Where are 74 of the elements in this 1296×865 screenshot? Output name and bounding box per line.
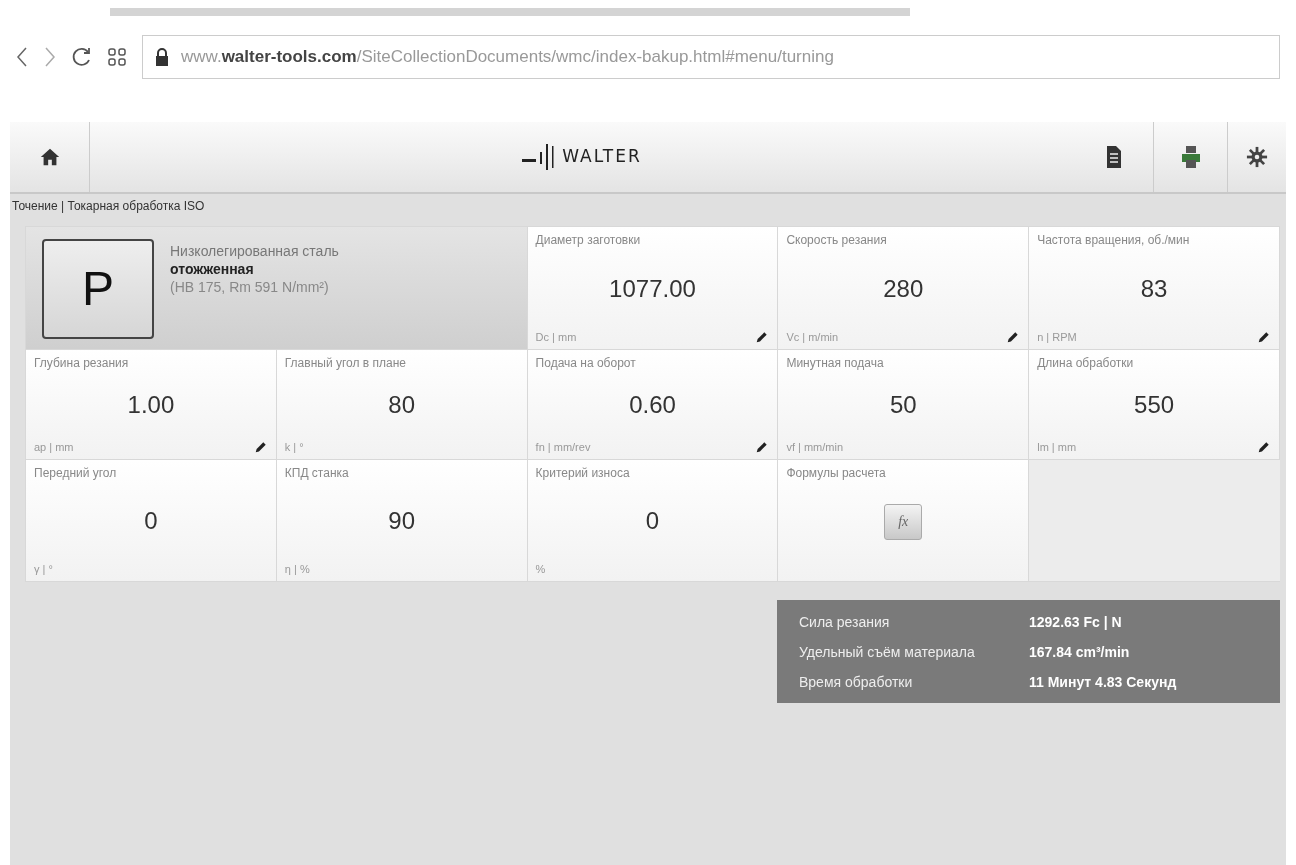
parameter-tile[interactable]: Минутная подача 50 vf | mm/min bbox=[778, 350, 1030, 460]
material-condition: отожженная bbox=[170, 260, 255, 278]
material-card[interactable]: P Низколегированная сталь отожженная (HB 175, Rm 591 N/mm²) bbox=[26, 227, 528, 350]
result-label: Время обработки bbox=[799, 673, 914, 692]
parameter-tile[interactable]: Скорость резания 280 Vc | m/min bbox=[778, 227, 1030, 350]
result-value: 167.84 cm³/min bbox=[1029, 643, 1130, 662]
pencil-icon[interactable] bbox=[1006, 329, 1021, 344]
url-text: www.walter-tools.com/SiteCollectionDocuments/wmc/index-bakup.html#menu/turning bbox=[181, 46, 834, 69]
parameter-label: Диаметр заготовки bbox=[535, 232, 642, 249]
parameter-value: 1.00 bbox=[126, 390, 176, 421]
parameter-value: 0 bbox=[143, 506, 159, 537]
logo-text: WALTER bbox=[562, 145, 642, 169]
parameter-value: 50 bbox=[888, 390, 918, 421]
parameter-label: Главный угол в плане bbox=[284, 355, 407, 372]
parameter-tile[interactable]: Критерий износа 0 % bbox=[527, 460, 779, 582]
parameter-unit: Vc | m/min bbox=[786, 329, 839, 345]
result-label: Сила резания bbox=[799, 613, 891, 632]
parameter-unit: % bbox=[535, 561, 546, 577]
parameter-tile[interactable]: Глубина резания 1.00 ap | mm bbox=[26, 350, 277, 460]
parameter-value: 90 bbox=[387, 506, 417, 537]
pencil-icon[interactable] bbox=[755, 439, 770, 454]
document-icon[interactable] bbox=[1104, 145, 1123, 169]
parameter-unit: n | RPM bbox=[1037, 329, 1077, 345]
parameter-value: 280 bbox=[882, 273, 925, 304]
lock-icon bbox=[155, 47, 169, 67]
result-value: 1292.63 Fc | N bbox=[1029, 613, 1122, 632]
breadcrumb: Точение | Токарная обработка ISO bbox=[12, 198, 205, 215]
printer-icon[interactable] bbox=[1180, 145, 1201, 169]
material-properties: (HB 175, Rm 591 N/mm²) bbox=[170, 278, 330, 296]
result-value: 11 Минут 4.83 Секунд bbox=[1029, 673, 1177, 692]
parameter-value: 550 bbox=[1133, 390, 1176, 421]
parameter-label: Скорость резания bbox=[786, 232, 888, 249]
parameter-label: Подача на оборот bbox=[535, 355, 637, 372]
pencil-icon[interactable] bbox=[1257, 329, 1271, 344]
parameter-tile[interactable]: КПД станка 90 η | % bbox=[276, 460, 528, 582]
parameter-label: Критерий износа bbox=[535, 465, 631, 482]
pencil-icon[interactable] bbox=[755, 329, 770, 344]
parameter-unit: Dc | mm bbox=[535, 329, 577, 345]
parameter-unit: η | % bbox=[284, 561, 310, 577]
parameter-label: Передний угол bbox=[34, 465, 118, 482]
parameter-tile[interactable]: Длина обработки 550 lm | mm bbox=[1029, 350, 1280, 460]
parameter-tile[interactable]: Главный угол в плане 80 k | ° bbox=[276, 350, 528, 460]
address-bar[interactable]: www.walter-tools.com/SiteCollectionDocuments/wmc/index-bakup.html#menu/turning bbox=[142, 35, 1280, 79]
parameter-value: 1077.00 bbox=[608, 273, 697, 304]
parameter-value: 0.60 bbox=[628, 390, 677, 421]
reload-icon[interactable] bbox=[72, 46, 92, 68]
apps-grid-icon[interactable] bbox=[108, 48, 126, 66]
parameter-unit: γ | ° bbox=[34, 561, 53, 577]
parameter-unit: fn | mm/rev bbox=[535, 439, 591, 455]
parameter-unit: vf | mm/min bbox=[786, 439, 844, 455]
parameter-tile[interactable]: Подача на оборот 0.60 fn | mm/rev bbox=[527, 350, 779, 460]
parameter-tile[interactable]: Частота вращения, об./мин 83 n | RPM bbox=[1029, 227, 1280, 350]
formula-button[interactable]: fx bbox=[884, 503, 923, 540]
parameter-label: Частота вращения, об./мин bbox=[1037, 232, 1191, 249]
parameter-label: КПД станка bbox=[284, 465, 350, 482]
pencil-icon[interactable] bbox=[1257, 439, 1271, 454]
parameter-value: 0 bbox=[644, 506, 661, 537]
parameter-tile[interactable]: Передний угол 0 γ | ° bbox=[26, 460, 277, 582]
parameter-tile[interactable]: Диаметр заготовки 1077.00 Dc | mm bbox=[527, 227, 779, 350]
parameter-label: Длина обработки bbox=[1037, 355, 1135, 372]
parameter-value: 83 bbox=[1139, 273, 1169, 304]
material-group-button[interactable]: P bbox=[42, 239, 154, 339]
parameter-unit: ap | mm bbox=[34, 439, 74, 455]
material-name: Низколегированная сталь bbox=[170, 242, 339, 260]
result-label: Удельный съём материала bbox=[799, 643, 976, 662]
home-icon[interactable] bbox=[38, 146, 61, 168]
parameter-unit: lm | mm bbox=[1037, 439, 1077, 455]
pencil-icon[interactable] bbox=[253, 439, 268, 454]
parameter-label: Формулы расчета bbox=[786, 465, 887, 482]
parameter-unit: k | ° bbox=[284, 439, 304, 455]
back-icon[interactable] bbox=[16, 46, 28, 68]
parameter-value: 80 bbox=[387, 390, 417, 421]
parameter-label: Минутная подача bbox=[786, 355, 885, 372]
parameter-label: Глубина резания bbox=[34, 355, 130, 372]
